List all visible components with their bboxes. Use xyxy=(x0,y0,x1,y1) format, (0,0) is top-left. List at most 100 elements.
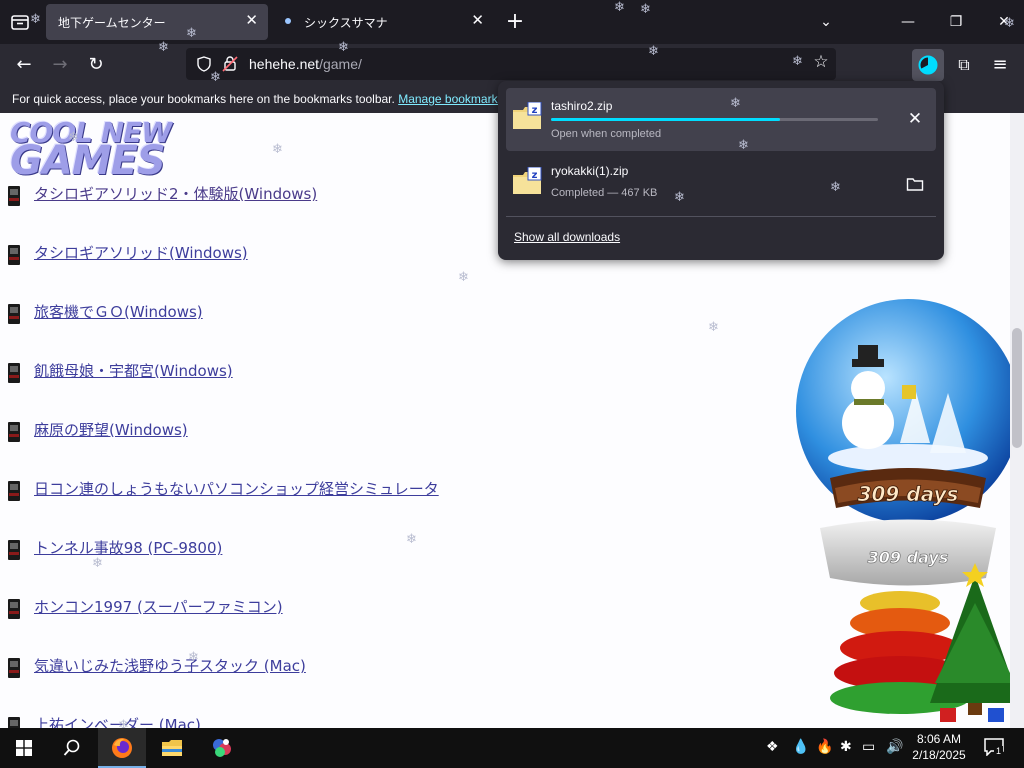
snowflake-icon: ❄ xyxy=(674,190,685,205)
search-button[interactable] xyxy=(48,728,96,768)
snowflake-icon: ❄ xyxy=(68,130,79,145)
snowflake-icon: ❄ xyxy=(92,556,103,571)
url-text: hehehe.net/game/ xyxy=(249,56,362,72)
arrow-right-icon: → xyxy=(52,54,68,75)
snowflake-icon: ❄ xyxy=(30,12,41,27)
christmas-decoration xyxy=(830,563,1020,728)
game-link[interactable]: 旅客機でＧＯ(Windows) xyxy=(34,301,203,322)
game-link[interactable]: タシロギアソリッド(Windows) xyxy=(34,242,248,263)
snowflake-icon: ❄ xyxy=(708,320,719,335)
download-item[interactable]: z ryokakki(1).zip Completed — 467 KB xyxy=(506,153,936,216)
snowflake-icon: ❄ xyxy=(614,0,625,15)
puzzle-icon: ⧉ xyxy=(958,55,970,74)
back-button[interactable]: ← xyxy=(8,50,40,80)
game-link[interactable]: 飢餓母娘・宇都宮(Windows) xyxy=(34,360,233,381)
restore-icon: ❐ xyxy=(949,14,963,30)
game-link[interactable]: 日コン連のしょうもないパソコンショップ経営シミュレータ xyxy=(34,478,439,499)
file-explorer-icon xyxy=(162,740,182,756)
taskbar-firefox[interactable] xyxy=(98,728,146,768)
firefox-view-button[interactable] xyxy=(8,10,32,34)
notification-center-button[interactable]: 1 xyxy=(980,734,1010,762)
star-icon: ☆ xyxy=(813,52,829,72)
game-link[interactable]: 気違いじみた浅野ゆう子スタック (Mac) xyxy=(34,655,306,676)
download-status: Open when completed xyxy=(551,128,662,140)
firefox-icon xyxy=(112,738,132,758)
tab-label: 地下ゲームセンター xyxy=(58,16,166,30)
windows-logo-icon xyxy=(16,740,32,756)
snowflake-icon: ❄ xyxy=(1004,16,1015,31)
close-tab-icon[interactable]: ✕ xyxy=(471,11,484,29)
arcade-cabinet-icon xyxy=(8,658,20,678)
close-icon: ✕ xyxy=(907,109,923,128)
windows-taskbar: ❖ 💧 🔥 ✱ ▭ 🔊 8:06 AM 2/18/2025 1 xyxy=(0,728,1024,768)
show-in-folder-button[interactable] xyxy=(904,173,926,195)
download-item[interactable]: z tashiro2.zip Open when completed ✕ xyxy=(506,88,936,151)
tray-fire-icon[interactable]: 🔥 xyxy=(816,738,833,755)
bookmark-star-button[interactable]: ☆ xyxy=(810,52,832,76)
app-menu-button[interactable]: ≡ xyxy=(984,50,1016,80)
extensions-button[interactable]: ⧉ xyxy=(948,50,980,80)
snow-globe-days: 309 days xyxy=(858,482,959,506)
tray-drop-icon[interactable]: 💧 xyxy=(792,738,809,755)
notification-count-badge: 1 xyxy=(994,746,1004,756)
tray-snowflake-icon[interactable]: ✱ xyxy=(840,738,852,755)
downloads-button[interactable] xyxy=(912,49,944,81)
url-bar[interactable]: hehehe.net/game/ ☆ xyxy=(186,48,836,80)
start-button[interactable] xyxy=(0,728,48,768)
snowflake-icon: ❄ xyxy=(338,40,349,55)
tab-six-summoner[interactable]: シックスサマナ ✕ xyxy=(272,4,494,40)
snowflake-icon: ❄ xyxy=(830,180,841,195)
snowflake-icon: ❄ xyxy=(186,26,197,41)
logo-line-2: GAMES xyxy=(10,138,166,184)
download-progress-fill xyxy=(551,118,780,121)
tab-strip: 地下ゲームセンター ✕ シックスサマナ ✕ + ⌄ — ❐ ✕ xyxy=(0,0,1024,44)
network-icon[interactable]: ▭ xyxy=(862,738,875,755)
taskbar-app[interactable] xyxy=(198,728,246,768)
arcade-cabinet-icon xyxy=(8,422,20,442)
snow-globe-decoration: 309 days 309 days xyxy=(790,293,1024,593)
volume-icon[interactable]: 🔊 xyxy=(886,738,903,755)
download-status: Completed — 467 KB xyxy=(551,187,658,199)
close-tab-icon[interactable]: ✕ xyxy=(245,11,258,29)
show-all-downloads-link[interactable]: Show all downloads xyxy=(514,230,620,244)
taskbar-clock[interactable]: 8:06 AM 2/18/2025 xyxy=(904,731,974,763)
chevron-down-icon: ⌄ xyxy=(820,14,832,30)
snowflake-icon: ❄ xyxy=(210,70,221,85)
downloads-separator xyxy=(506,216,936,217)
reload-icon: ↻ xyxy=(88,54,104,75)
arcade-cabinet-icon xyxy=(8,186,20,206)
download-progress-icon xyxy=(918,55,938,75)
taskbar-file-explorer[interactable] xyxy=(148,728,196,768)
bookmarks-empty-message: For quick access, place your bookmarks h… xyxy=(12,92,395,106)
clock-time: 8:06 AM xyxy=(916,732,962,746)
christmas-tree-image xyxy=(830,563,1020,722)
minimize-button[interactable]: — xyxy=(890,8,926,36)
download-filename: ryokakki(1).zip xyxy=(551,164,629,178)
svg-text:z: z xyxy=(532,105,538,116)
game-link[interactable]: ホンコン1997 (スーパーファミコン) xyxy=(34,596,283,617)
tray-app-icon[interactable]: ❖ xyxy=(766,738,779,755)
game-link[interactable]: 麻原の野望(Windows) xyxy=(34,419,188,440)
tab-underground-game-center[interactable]: 地下ゲームセンター ✕ xyxy=(46,4,268,40)
snowflake-icon: ❄ xyxy=(458,270,469,285)
arcade-cabinet-icon xyxy=(8,717,20,728)
arcade-cabinet-icon xyxy=(8,304,20,324)
scrollbar-thumb[interactable] xyxy=(1012,328,1022,448)
game-link[interactable]: トンネル事故98 (PC-9800) xyxy=(34,537,222,558)
game-link[interactable]: タシロギアソリッド2・体験版(Windows) xyxy=(34,183,317,204)
zip-file-icon: z xyxy=(513,102,542,129)
download-progress-bar xyxy=(551,118,878,121)
forward-button[interactable]: → xyxy=(44,50,76,80)
snowflake-icon: ❄ xyxy=(792,54,803,69)
tab-label: シックスサマナ xyxy=(304,16,388,30)
folder-icon xyxy=(906,178,924,191)
snowflake-icon: ❄ xyxy=(738,138,749,153)
url-host: hehehe.net xyxy=(249,56,320,72)
cancel-download-button[interactable]: ✕ xyxy=(904,108,926,130)
arcade-cabinet-icon xyxy=(8,245,20,265)
download-filename: tashiro2.zip xyxy=(551,99,613,113)
reload-button[interactable]: ↻ xyxy=(80,50,112,80)
new-tab-button[interactable]: + xyxy=(502,8,528,36)
restore-button[interactable]: ❐ xyxy=(938,8,974,36)
list-all-tabs-button[interactable]: ⌄ xyxy=(808,8,844,36)
